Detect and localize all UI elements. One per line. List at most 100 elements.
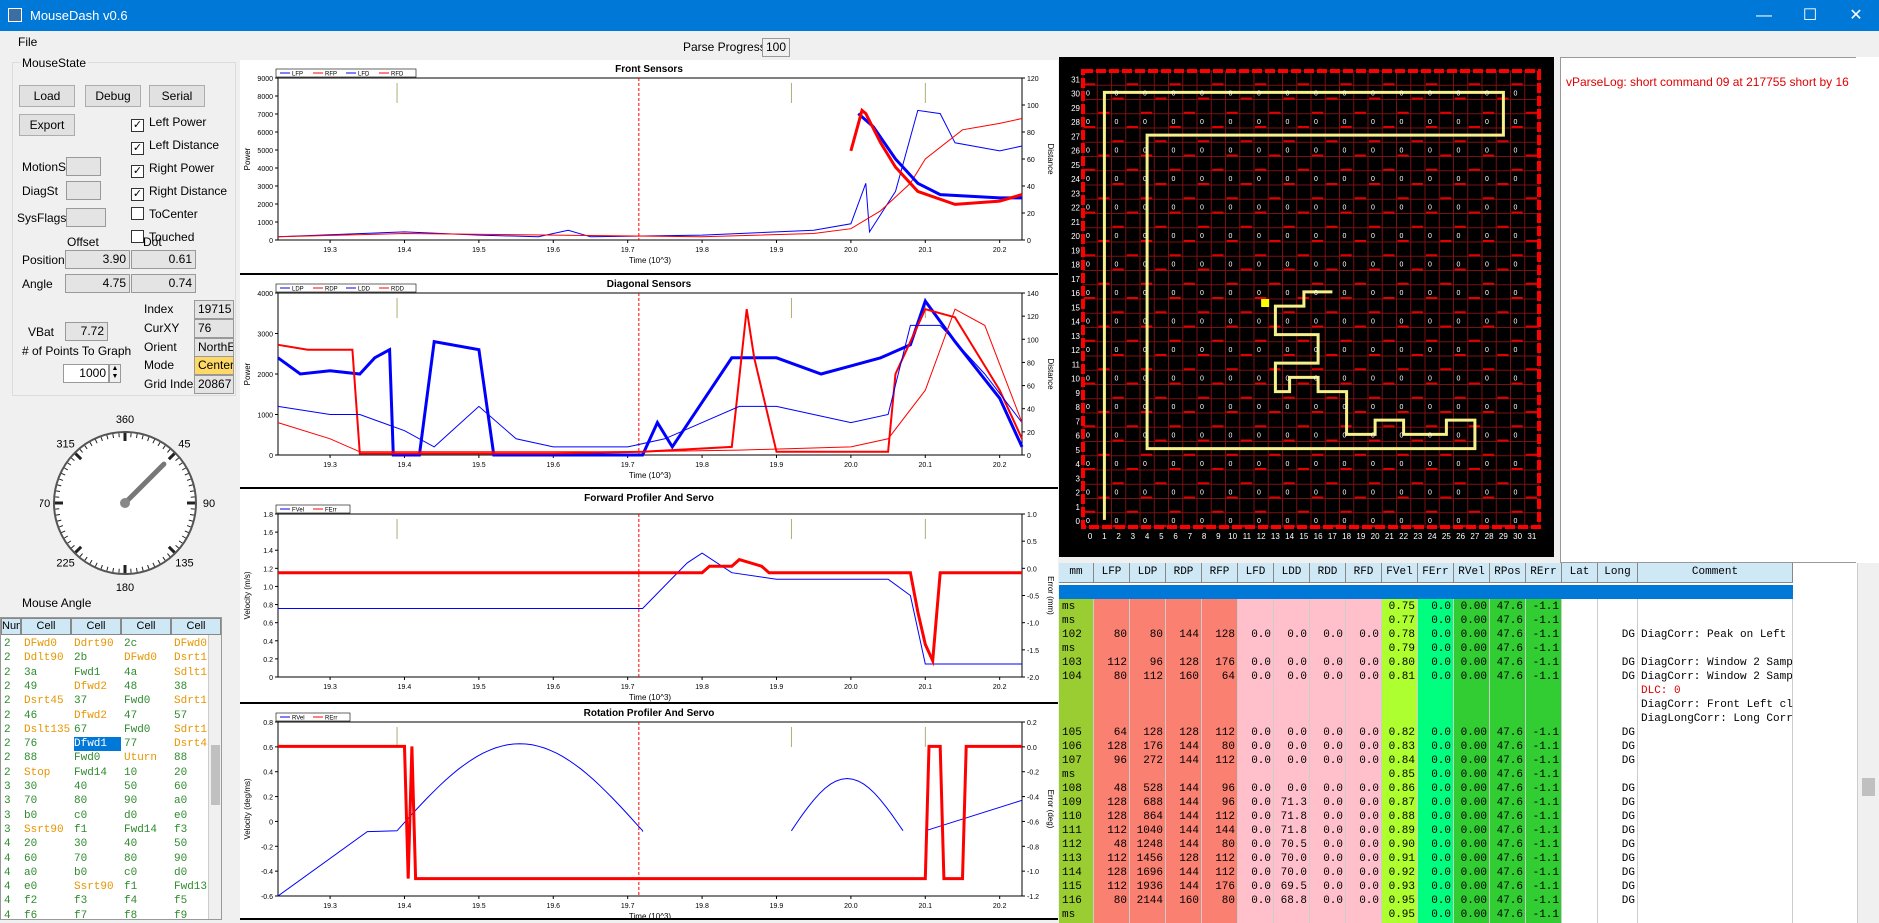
data-table-cell[interactable]: 0.0 [1346, 852, 1379, 866]
data-table-cell[interactable]: 128 [1166, 726, 1199, 740]
data-table-cell[interactable]: 0.0 [1238, 866, 1271, 880]
cell-table-cell[interactable]: 49 [24, 680, 71, 694]
data-table-cell[interactable]: 0.79 [1382, 642, 1415, 656]
data-table-cell[interactable]: -1.1 [1526, 810, 1559, 824]
cell-table-cell[interactable]: Dsrt45 [24, 694, 71, 708]
cell-table-cell[interactable]: 4a [124, 666, 171, 680]
data-table-cell[interactable]: 0.83 [1382, 740, 1415, 754]
data-table-cell[interactable]: DG [1598, 628, 1635, 642]
checkbox-left-power[interactable]: ✓ Left Power [131, 114, 206, 132]
data-table-cell[interactable]: 71.8 [1274, 810, 1307, 824]
cell-table-cell[interactable]: 2 [4, 751, 21, 765]
cell-table-cell[interactable]: b0 [24, 809, 71, 823]
data-table-cell[interactable]: 47.6 [1490, 880, 1523, 894]
data-table-header[interactable]: LDD [1274, 563, 1310, 583]
data-table-cell[interactable]: 176 [1202, 656, 1235, 670]
cell-table-cell[interactable]: 3 [4, 780, 21, 794]
cell-table-header[interactable]: Cell [21, 618, 71, 635]
data-table-cell[interactable]: 0.0 [1238, 740, 1271, 754]
data-table-cell[interactable]: 0.00 [1454, 740, 1487, 754]
data-table-cell[interactable]: 0.0 [1310, 894, 1343, 908]
cell-table-cell[interactable]: 70 [24, 794, 71, 808]
data-table-cell[interactable]: DG [1598, 824, 1635, 838]
data-table-cell[interactable]: DG [1598, 796, 1635, 810]
data-table-cell[interactable]: 0.0 [1310, 670, 1343, 684]
data-table-cell[interactable]: ms [1059, 908, 1091, 922]
data-table-cell[interactable]: 69.5 [1274, 880, 1307, 894]
data-table-cell[interactable]: 80 [1130, 628, 1163, 642]
data-table-cell[interactable]: 104 [1059, 670, 1091, 684]
data-table-header[interactable]: LFP [1094, 563, 1130, 583]
data-table-cell[interactable]: 47.6 [1490, 642, 1523, 656]
data-table-cell[interactable]: 0.86 [1382, 782, 1415, 796]
data-table-cell[interactable]: 80 [1094, 628, 1127, 642]
data-table-cell[interactable]: 1040 [1130, 824, 1163, 838]
data-table-cell[interactable]: 0.0 [1310, 726, 1343, 740]
checkbox-box[interactable]: ✓ [131, 119, 144, 132]
data-table-cell[interactable]: 70.0 [1274, 852, 1307, 866]
data-table-cell[interactable]: 0.0 [1418, 796, 1451, 810]
data-table-cell[interactable]: 0.0 [1346, 880, 1379, 894]
data-table-cell[interactable]: 0.0 [1418, 880, 1451, 894]
cell-table-cell[interactable]: 37 [74, 694, 121, 708]
data-table-cell[interactable]: DiagCorr: Peak on Left [1641, 628, 1793, 642]
data-table-cell[interactable]: 112 [1202, 754, 1235, 768]
data-table-cell[interactable]: 144 [1166, 880, 1199, 894]
cell-table-cell[interactable]: 40 [74, 780, 121, 794]
cell-table-cell[interactable]: c0 [124, 866, 171, 880]
data-table-cell[interactable]: 1936 [1130, 880, 1163, 894]
cell-table-cell[interactable]: 2 [4, 737, 21, 751]
data-table-cell[interactable]: DiagCorr: Window 2 Sample 1 [1641, 656, 1793, 670]
data-table-header[interactable]: Comment [1638, 563, 1793, 583]
data-table-cell[interactable]: 0.0 [1346, 796, 1379, 810]
cell-table-cell[interactable]: 77 [124, 737, 171, 751]
cell-table-cell[interactable]: Fwd0 [124, 694, 171, 708]
data-table-cell[interactable]: 0.0 [1418, 670, 1451, 684]
data-table-cell[interactable]: -1.1 [1526, 824, 1559, 838]
data-table-cell[interactable]: DiagCorr: Window 2 Sample 2 [1641, 670, 1793, 684]
data-table-cell[interactable]: 0.00 [1454, 866, 1487, 880]
data-table-header[interactable]: RVel [1454, 563, 1490, 583]
data-table-cell[interactable]: -1.1 [1526, 866, 1559, 880]
data-table-cell[interactable]: 0.0 [1238, 880, 1271, 894]
data-table-cell[interactable]: 0.77 [1382, 614, 1415, 628]
data-table-cell[interactable]: 0.75 [1382, 600, 1415, 614]
data-table-cell[interactable]: -1.1 [1526, 656, 1559, 670]
data-table-cell[interactable]: 0.0 [1238, 670, 1271, 684]
data-table-cell[interactable]: -1.1 [1526, 670, 1559, 684]
data-table-cell[interactable]: 272 [1130, 754, 1163, 768]
data-table-cell[interactable]: 112 [1202, 852, 1235, 866]
data-table-cell[interactable]: -1.1 [1526, 796, 1559, 810]
data-table-cell[interactable]: 0.0 [1310, 880, 1343, 894]
data-table-cell[interactable]: 144 [1166, 824, 1199, 838]
data-table-cell[interactable]: 144 [1166, 810, 1199, 824]
data-table-cell[interactable]: 0.00 [1454, 600, 1487, 614]
data-table-cell[interactable]: 160 [1166, 894, 1199, 908]
cell-table-cell[interactable]: f1 [74, 823, 121, 837]
data-table-cell[interactable]: 128 [1094, 866, 1127, 880]
cell-table-header[interactable]: Num [1, 618, 21, 635]
data-table-cell[interactable]: 47.6 [1490, 768, 1523, 782]
checkbox-box[interactable] [131, 207, 144, 220]
data-table-cell[interactable]: 112 [1094, 824, 1127, 838]
data-table-cell[interactable]: DG [1598, 656, 1635, 670]
cell-table-cell[interactable]: f7 [74, 909, 121, 919]
data-table-cell[interactable]: 68.8 [1274, 894, 1307, 908]
data-table-cell[interactable]: 128 [1166, 852, 1199, 866]
data-table-header[interactable]: RDD [1310, 563, 1346, 583]
cell-table[interactable]: NumCellCellCellCell 2DFwd0Ddrt902cDFwd02… [0, 617, 222, 920]
data-table-cell[interactable]: 0.00 [1454, 782, 1487, 796]
cell-table-cell[interactable]: Dfwd2 [74, 680, 121, 694]
data-table-cell[interactable]: 0.90 [1382, 838, 1415, 852]
data-table-cell[interactable]: 0.0 [1274, 754, 1307, 768]
debug-button[interactable]: Debug [85, 85, 141, 107]
data-table-cell[interactable]: 64 [1202, 670, 1235, 684]
data-table-cell[interactable]: 0.0 [1418, 894, 1451, 908]
data-table-cell[interactable]: -1.1 [1526, 754, 1559, 768]
data-table-cell[interactable]: 0.00 [1454, 894, 1487, 908]
data-table-cell[interactable]: 144 [1166, 796, 1199, 810]
data-table-cell[interactable]: 47.6 [1490, 754, 1523, 768]
data-table-cell[interactable]: 0.89 [1382, 824, 1415, 838]
data-table-cell[interactable]: 47.6 [1490, 824, 1523, 838]
cell-table-cell[interactable]: 2 [4, 709, 21, 723]
